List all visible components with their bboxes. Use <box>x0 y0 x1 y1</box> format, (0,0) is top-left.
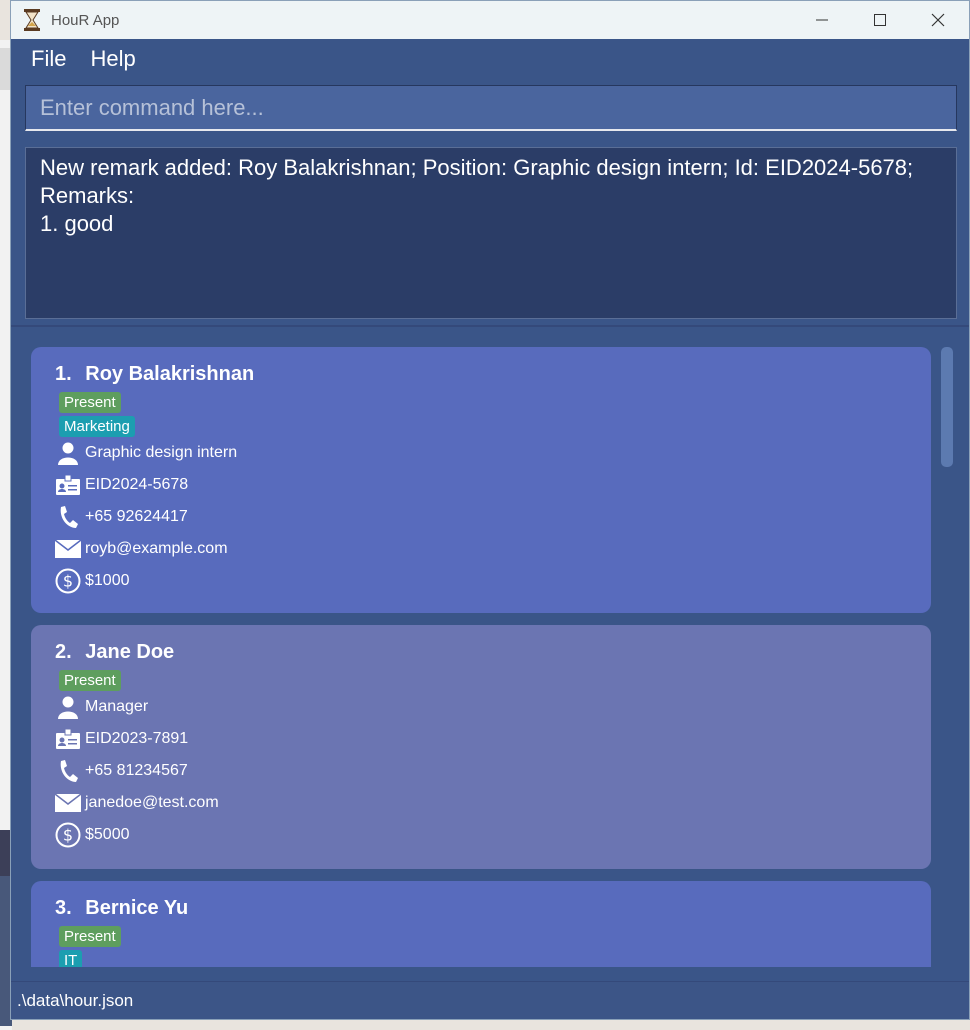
svg-text:$: $ <box>63 826 73 845</box>
title-bar: HouR App <box>11 1 969 39</box>
employee-name: Bernice Yu <box>85 897 189 919</box>
id-row: EID2023-7891 <box>55 723 907 755</box>
svg-text:$: $ <box>63 572 73 591</box>
employee-index: 3. <box>55 897 72 919</box>
menu-help[interactable]: Help <box>80 46 145 72</box>
dollar-icon: $ <box>55 568 81 594</box>
employee-id: EID2024-5678 <box>85 476 189 493</box>
employee-name: Jane Doe <box>85 641 175 663</box>
person-icon <box>55 440 81 466</box>
status-tag: Present <box>59 926 121 947</box>
id-card-icon <box>55 726 81 752</box>
phone-icon <box>55 758 81 784</box>
employee-name: Roy Balakrishnan <box>85 363 255 385</box>
salary-row: $ $5000 <box>55 819 907 851</box>
person-icon <box>55 694 81 720</box>
employee-id: EID2023-7891 <box>85 730 189 747</box>
id-card-icon <box>55 472 81 498</box>
list-scrollbar[interactable] <box>941 347 953 467</box>
data-file-path: .\data\hour.json <box>17 990 134 1010</box>
minimize-button[interactable] <box>793 1 851 39</box>
phone-icon <box>55 504 81 530</box>
status-tag: Present <box>59 670 121 691</box>
phone-row: +65 92624417 <box>55 501 907 533</box>
email-icon <box>55 536 81 562</box>
menu-bar: File Help <box>11 39 969 79</box>
employee-card[interactable]: 1. Roy Balakrishnan Present Marketing Gr… <box>31 347 931 613</box>
position-row: Manager <box>55 691 907 723</box>
dollar-icon: $ <box>55 822 81 848</box>
id-row: EID2024-5678 <box>55 469 907 501</box>
employee-index: 1. <box>55 363 72 385</box>
employee-salary: $5000 <box>85 826 130 843</box>
phone-row: +65 81234567 <box>55 755 907 787</box>
maximize-icon <box>874 14 886 26</box>
employee-phone: +65 81234567 <box>85 762 188 779</box>
employee-list: 1. Roy Balakrishnan Present Marketing Gr… <box>11 331 969 967</box>
command-input[interactable] <box>25 85 957 131</box>
employee-name-row: 2. Jane Doe <box>55 637 907 667</box>
employee-name-row: 1. Roy Balakrishnan <box>55 359 907 389</box>
employee-position: Manager <box>85 698 149 715</box>
result-line: Remarks: <box>40 183 135 208</box>
email-row: janedoe@test.com <box>55 787 907 819</box>
command-box <box>25 85 957 131</box>
employee-email: janedoe@test.com <box>85 794 219 811</box>
divider <box>11 325 969 327</box>
employee-card[interactable]: 2. Jane Doe Present Manager EID2023-7891 <box>31 625 931 869</box>
employee-name-row: 3. Bernice Yu <box>55 893 907 923</box>
status-tag: Present <box>59 392 121 413</box>
app-window: HouR App File Help New remark added: Roy… <box>10 0 970 1020</box>
result-line: 1. good <box>40 211 114 236</box>
menu-file[interactable]: File <box>21 46 76 72</box>
close-icon <box>931 13 945 27</box>
position-row: Graphic design intern <box>55 437 907 469</box>
employee-phone: +65 92624417 <box>85 508 188 525</box>
employee-index: 2. <box>55 641 72 663</box>
hourglass-icon <box>23 9 41 31</box>
close-button[interactable] <box>909 1 967 39</box>
employee-position: Graphic design intern <box>85 444 238 461</box>
minimize-icon <box>816 19 828 21</box>
result-line: New remark added: Roy Balakrishnan; Posi… <box>40 155 914 180</box>
email-row: royb@example.com <box>55 533 907 565</box>
window-title: HouR App <box>51 11 120 29</box>
employee-salary: $1000 <box>85 572 130 589</box>
result-display: New remark added: Roy Balakrishnan; Posi… <box>25 147 957 319</box>
employee-card[interactable]: 3. Bernice Yu Present IT <box>31 881 931 967</box>
email-icon <box>55 790 81 816</box>
department-tag: Marketing <box>59 416 135 437</box>
employee-email: royb@example.com <box>85 540 228 557</box>
salary-row: $ $1000 <box>55 565 907 597</box>
department-tag: IT <box>59 950 83 967</box>
maximize-button[interactable] <box>851 1 909 39</box>
status-bar: .\data\hour.json <box>11 981 969 1019</box>
